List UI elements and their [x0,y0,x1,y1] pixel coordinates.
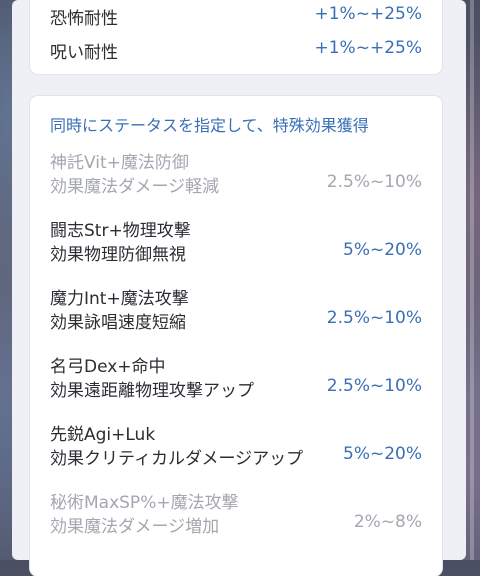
resistance-card: 恐怖耐性 +1%~+25% 呪い耐性 +1%~+25% [30,0,442,74]
effect-item-famed-bow: 名弓Dex+命中 効果遠距離物理攻撃アップ 2.5%~10% [50,352,422,402]
effect-item-fighting-spirit: 闘志Str+物理攻撃 効果物理防御無視 5%~20% [50,216,422,266]
effect-value: 5%~20% [343,444,422,464]
resistance-value: +1%~+25% [314,38,423,58]
effect-condition: 秘術MaxSP%+魔法攻撃 [50,493,239,513]
effect-description: 効果詠唱速度短縮 [50,313,186,333]
special-effect-heading: 同時にステータスを指定して、特殊効果獲得 [50,116,369,135]
resistance-label: 呪い耐性 [50,43,118,63]
special-effect-card: 同時にステータスを指定して、特殊効果獲得 神託Vit+魔法防御 効果魔法ダメージ… [30,96,442,576]
scrollbar[interactable] [470,0,474,560]
effect-condition: 先鋭Agi+Luk [50,425,156,445]
effect-condition: 名弓Dex+命中 [50,357,166,377]
effect-value: 2.5%~10% [326,308,422,328]
resistance-label: 恐怖耐性 [50,9,118,29]
effect-value: 2.5%~10% [326,376,422,396]
effect-description: 効果遠距離物理攻撃アップ [50,381,254,401]
effect-item-arcane: 秘術MaxSP%+魔法攻撃 効果魔法ダメージ増加 2%~8% [50,488,422,538]
resistance-value: +1%~+25% [314,4,423,24]
effect-description: 効果魔法ダメージ軽減 [50,177,220,197]
effect-description: 効果魔法ダメージ増加 [50,517,220,537]
effect-condition: 魔力Int+魔法攻撃 [50,289,189,309]
effect-description: 効果物理防御無視 [50,245,186,265]
effect-item-oracle: 神託Vit+魔法防御 効果魔法ダメージ軽減 2.5%~10% [50,148,422,198]
effect-value: 2.5%~10% [326,172,422,192]
effect-item-sharpness: 先鋭Agi+Luk 効果クリティカルダメージアップ 5%~20% [50,420,422,470]
effect-description: 効果クリティカルダメージアップ [50,449,304,469]
effect-condition: 神託Vit+魔法防御 [50,153,189,173]
effect-value: 5%~20% [343,240,422,260]
effect-item-magic-power: 魔力Int+魔法攻撃 効果詠唱速度短縮 2.5%~10% [50,284,422,334]
effect-condition: 闘志Str+物理攻撃 [50,221,191,241]
effect-value: 2%~8% [353,512,422,532]
